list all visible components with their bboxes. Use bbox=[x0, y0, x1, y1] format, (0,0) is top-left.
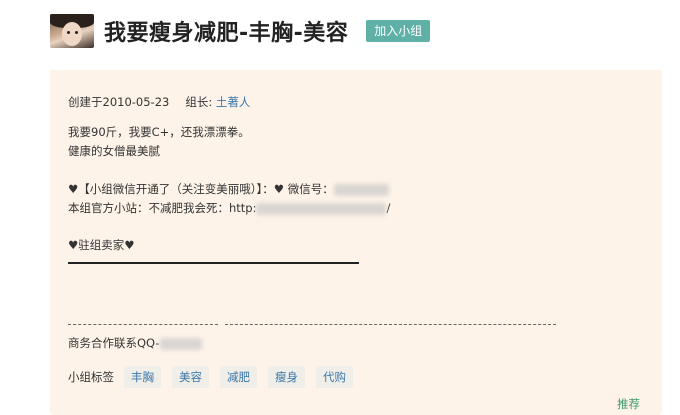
tag-meirong[interactable]: 美容 bbox=[172, 366, 209, 388]
divider-dashed-left bbox=[68, 324, 218, 325]
wechat-line: ♥【小组微信开通了（关注变美丽哦）】：♥ 微信号： bbox=[68, 181, 389, 197]
join-group-button[interactable]: 加入小组 bbox=[366, 20, 431, 42]
intro-line-2: 健康的女僧最美腻 bbox=[68, 144, 160, 158]
tag-daigou[interactable]: 代购 bbox=[316, 366, 353, 388]
tag-shoushen[interactable]: 瘦身 bbox=[268, 366, 305, 388]
tag-jianfei[interactable]: 减肥 bbox=[220, 366, 257, 388]
official-site-line: 本组官方小站：不减肥我会死：http: / bbox=[68, 200, 390, 216]
group-meta: 创建于2010-05-23 组长: 土著人 bbox=[68, 94, 250, 110]
wechat-text: ♥【小组微信开通了（关注变美丽哦）】：♥ 微信号： bbox=[68, 182, 334, 196]
leader-label: 组长: bbox=[185, 95, 213, 109]
created-date: 创建于2010-05-23 bbox=[68, 95, 170, 109]
group-tags: 小组标签 丰胸 美容 减肥 瘦身 代购 bbox=[68, 366, 364, 388]
official-site-text: 本组官方小站：不减肥我会死：http: bbox=[68, 201, 257, 215]
group-title: 我要瘦身减肥-丰胸-美容 bbox=[104, 21, 349, 46]
sellers-heading: ♥驻组卖家♥ bbox=[68, 238, 135, 252]
leader-link[interactable]: 土著人 bbox=[216, 95, 251, 109]
tag-fengxiong[interactable]: 丰胸 bbox=[124, 366, 161, 388]
recommend-link[interactable]: 推荐 bbox=[617, 396, 640, 412]
redacted-qq bbox=[159, 337, 202, 350]
intro-line-1: 我要90斤，我要C+，还我漂漂拳。 bbox=[68, 125, 250, 139]
group-header: 我要瘦身减肥-丰胸-美容 加入小组 bbox=[50, 12, 431, 50]
contact-text: 商务合作联系QQ- bbox=[68, 336, 160, 350]
tags-label: 小组标签 bbox=[68, 370, 114, 384]
redacted-wechat-id bbox=[333, 183, 389, 196]
business-contact: 商务合作联系QQ- bbox=[68, 335, 202, 351]
group-avatar[interactable] bbox=[50, 14, 94, 48]
url-suffix: / bbox=[386, 201, 391, 215]
group-info-card: 创建于2010-05-23 组长: 土著人 我要90斤，我要C+，还我漂漂拳。 健… bbox=[50, 70, 662, 415]
divider-dashed-right bbox=[225, 324, 556, 325]
divider-solid bbox=[68, 262, 359, 264]
redacted-url bbox=[256, 202, 387, 215]
